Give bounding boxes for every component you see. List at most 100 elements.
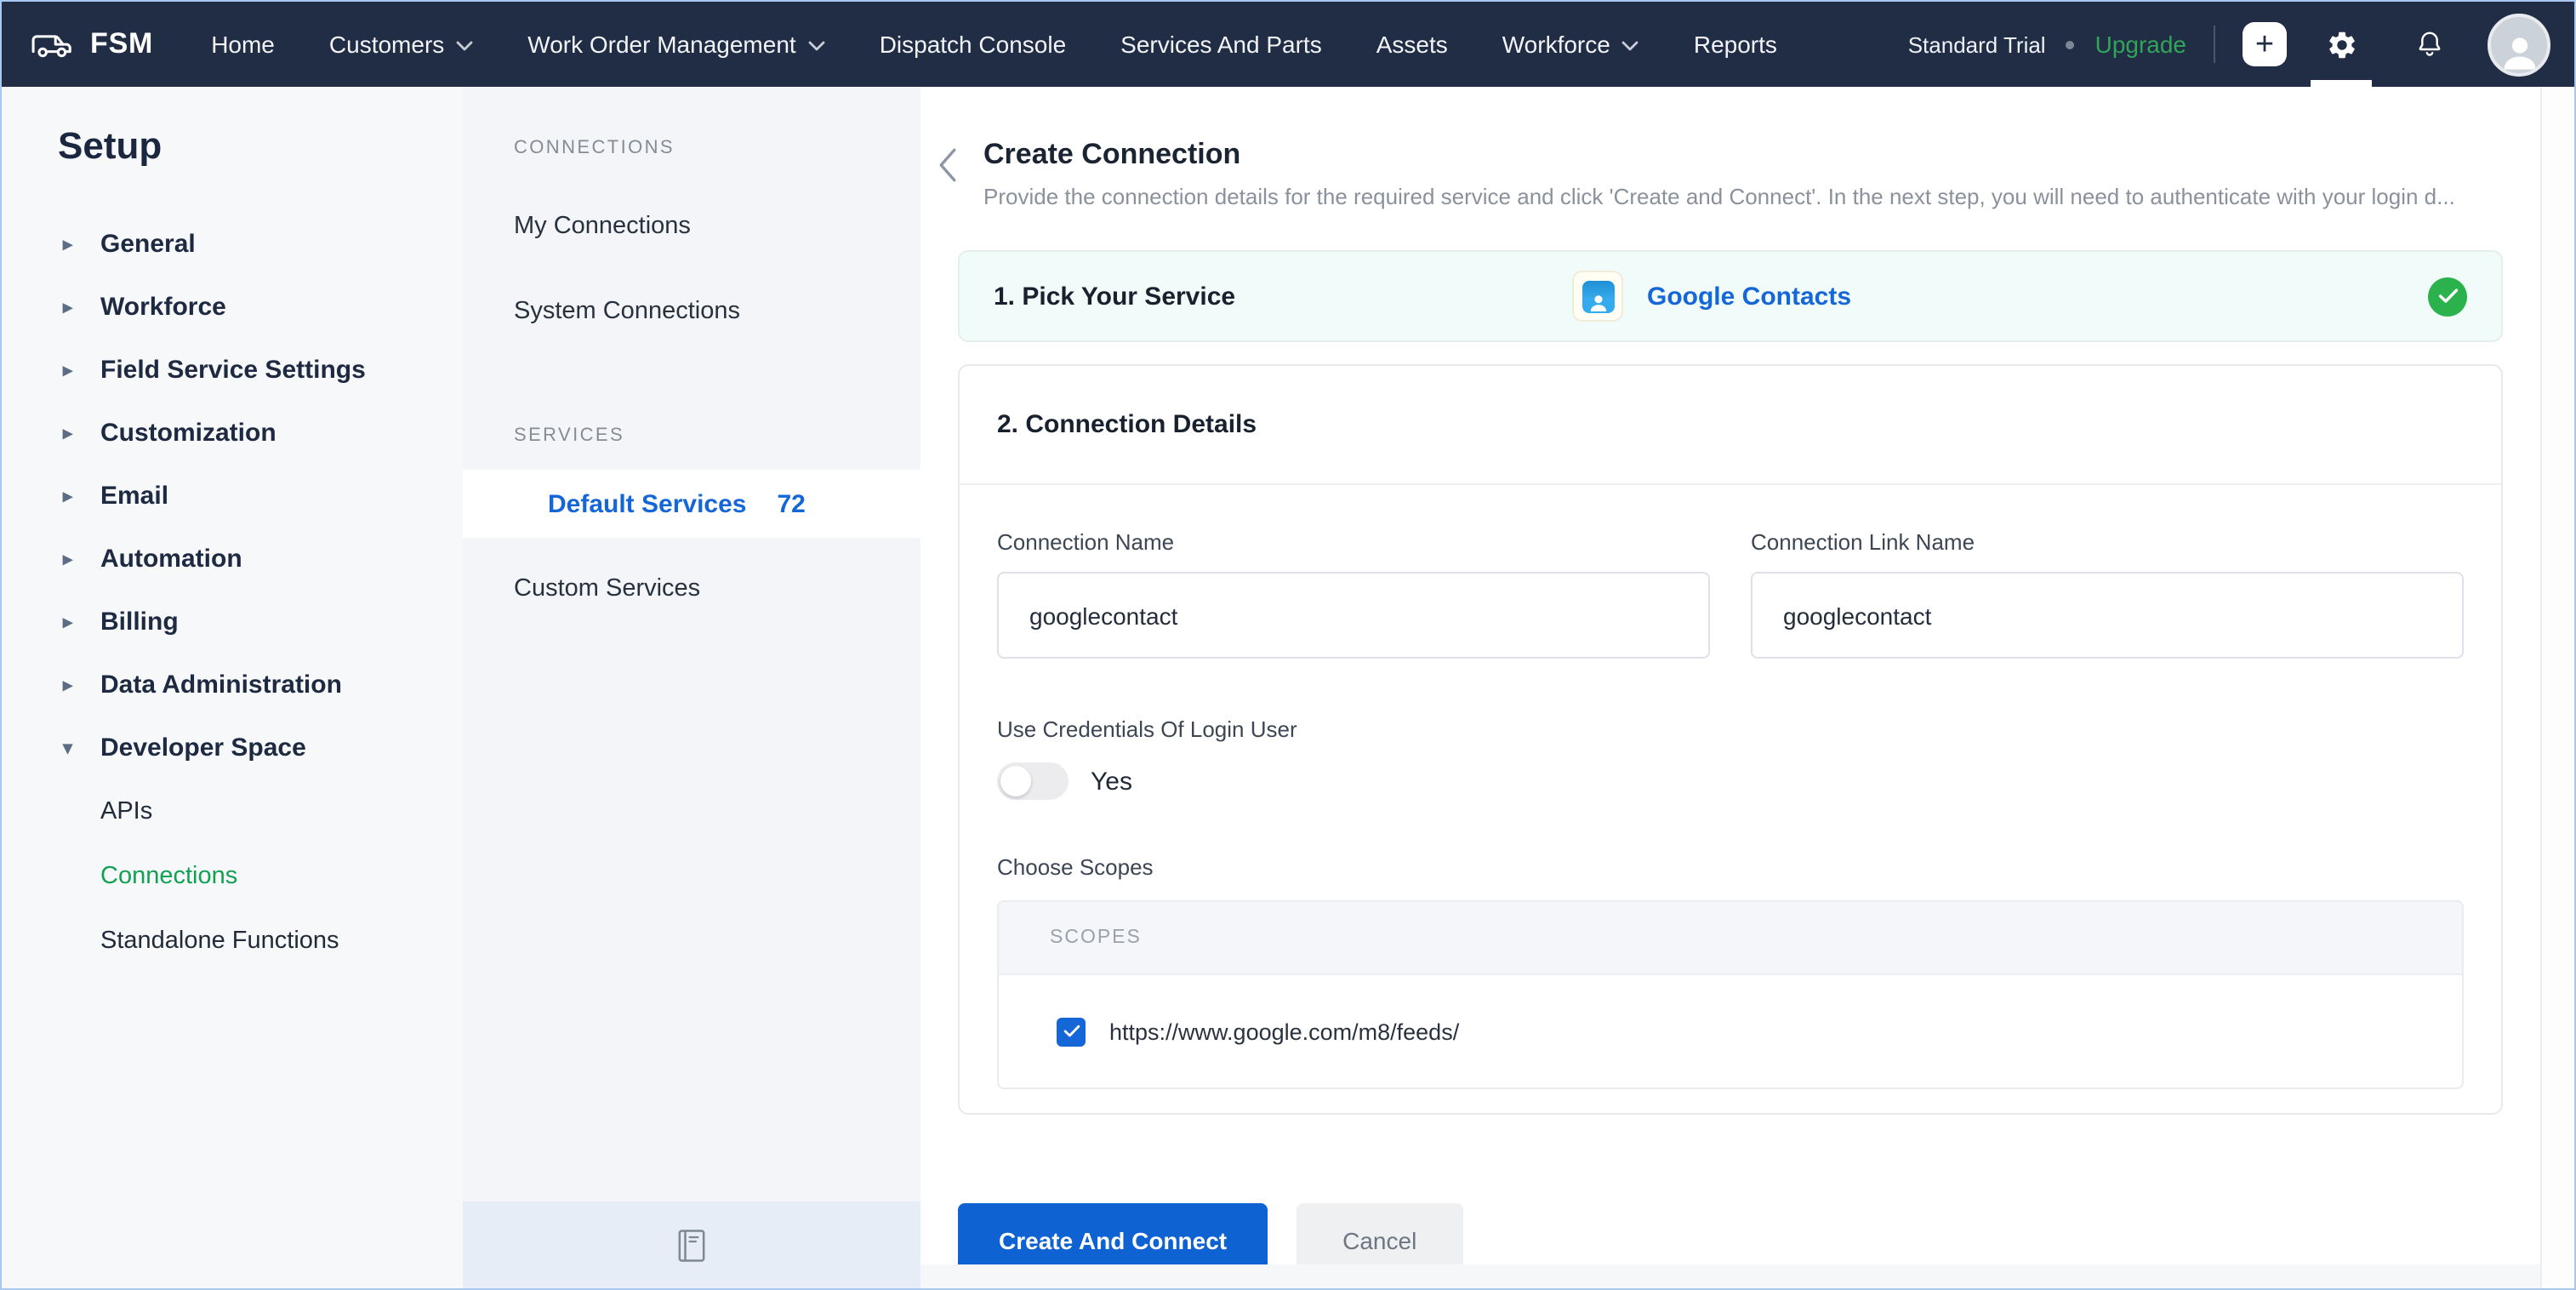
active-nav-indicator	[2311, 80, 2372, 87]
chevron-down-icon	[1622, 41, 1639, 51]
sidebar-item-general[interactable]: ▸ General	[2, 213, 463, 276]
page-title: Create Connection	[983, 138, 1241, 170]
toggle-value-label: Yes	[1091, 767, 1132, 796]
sidebar-item-connections[interactable]: Connections	[2, 844, 463, 909]
panel-item-default-services[interactable]: Default Services 72	[463, 470, 920, 538]
gear-icon	[2325, 28, 2357, 60]
connections-section-header: CONNECTIONS	[514, 138, 675, 158]
step1-title: 1. Pick Your Service	[994, 282, 1236, 311]
back-button[interactable]	[938, 148, 958, 182]
header-text-block: Create Connection Provide the connection…	[983, 138, 2455, 209]
scrollbar[interactable]	[2540, 87, 2574, 1288]
nav-item-workforce[interactable]: Workforce	[1502, 31, 1639, 58]
step2-title: 2. Connection Details	[960, 366, 2501, 485]
create-connection-header: Create Connection Provide the connection…	[920, 87, 2574, 209]
sidebar-item-automation[interactable]: ▸ Automation	[2, 528, 463, 591]
primary-nav: Home Customers Work Order Management Dis…	[211, 31, 1777, 58]
collapsed-arrow-icon: ▸	[63, 235, 73, 255]
use-credentials-toggle[interactable]	[997, 762, 1069, 800]
use-credentials-toggle-row: Yes	[997, 762, 2464, 800]
selected-service: Google Contacts	[1572, 271, 1851, 322]
sidebar-item-customization[interactable]: ▸ Customization	[2, 402, 463, 465]
nav-item-reports[interactable]: Reports	[1694, 31, 1777, 58]
dot-separator	[2066, 40, 2075, 49]
nav-item-dispatch-console[interactable]: Dispatch Console	[880, 31, 1066, 58]
nav-item-home[interactable]: Home	[211, 31, 275, 58]
page-title-setup: Setup	[58, 124, 162, 167]
plan-badge: Standard Trial	[1907, 31, 2046, 57]
sidebar-item-field-service-settings[interactable]: ▸ Field Service Settings	[2, 339, 463, 402]
check-icon	[1063, 1025, 1080, 1038]
main-content: Create Connection Provide the connection…	[920, 87, 2574, 1288]
sidebar-item-billing[interactable]: ▸ Billing	[2, 591, 463, 654]
services-section-header: SERVICES	[514, 425, 625, 446]
google-contacts-icon	[1572, 271, 1623, 322]
step-complete-check-icon	[2428, 277, 2467, 316]
settings-button[interactable]	[2307, 2, 2375, 87]
panel-footer	[463, 1202, 920, 1288]
app-window: FSM Home Customers Work Order Management…	[0, 0, 2576, 1290]
sidebar-item-standalone-functions[interactable]: Standalone Functions	[2, 909, 463, 973]
chevron-down-icon	[808, 41, 825, 51]
check-icon	[2437, 288, 2458, 305]
connection-details-card: 2. Connection Details Connection Name Co…	[958, 364, 2503, 1115]
scope-checkbox[interactable]	[1057, 1017, 1086, 1046]
sidebar-item-workforce[interactable]: ▸ Workforce	[2, 276, 463, 339]
notifications-button[interactable]	[2396, 2, 2464, 87]
pick-your-service-card: 1. Pick Your Service Google Contacts	[958, 250, 2503, 342]
connection-link-name-label: Connection Link Name	[1751, 529, 1975, 555]
panel-item-system-connections[interactable]: System Connections	[463, 277, 920, 345]
fsm-logo[interactable]: FSM	[29, 26, 153, 62]
plus-icon: +	[2254, 26, 2275, 62]
connection-name-field-group: Connection Name	[997, 529, 1710, 659]
collapsed-arrow-icon: ▸	[63, 676, 73, 696]
person-icon	[2497, 28, 2541, 72]
upgrade-link[interactable]: Upgrade	[2095, 31, 2186, 58]
use-credentials-label: Use Credentials Of Login User	[997, 716, 1297, 742]
brand-name: FSM	[90, 27, 154, 60]
name-fields-row: Connection Name Connection Link Name	[997, 529, 2464, 659]
sidebar-item-apis[interactable]: APIs	[2, 779, 463, 844]
sidebar-item-data-administration[interactable]: ▸ Data Administration	[2, 654, 463, 716]
nav-item-services-and-parts[interactable]: Services And Parts	[1120, 31, 1322, 58]
top-navigation-bar: FSM Home Customers Work Order Management…	[2, 2, 2574, 87]
connection-name-label: Connection Name	[997, 529, 1175, 555]
connections-panel: CONNECTIONS My Connections System Connec…	[463, 87, 920, 1288]
collapsed-arrow-icon: ▸	[63, 424, 73, 444]
connection-link-name-field-group: Connection Link Name	[1751, 529, 2464, 659]
bell-icon	[2414, 29, 2445, 60]
quick-add-button[interactable]: +	[2243, 22, 2287, 66]
chevron-down-icon	[456, 41, 473, 51]
nav-right-cluster: Standard Trial Upgrade +	[1908, 2, 2550, 87]
nav-item-customers[interactable]: Customers	[329, 31, 473, 58]
nav-item-work-order-management[interactable]: Work Order Management	[527, 31, 824, 58]
collapsed-arrow-icon: ▸	[63, 298, 73, 318]
connection-link-name-input[interactable]	[1751, 572, 2464, 659]
footer-strip	[920, 1264, 2540, 1288]
nav-item-assets[interactable]: Assets	[1376, 31, 1448, 58]
user-avatar[interactable]	[2488, 13, 2550, 76]
default-services-count: 72	[777, 489, 806, 518]
connection-name-input[interactable]	[997, 572, 1710, 659]
documentation-icon[interactable]	[677, 1228, 706, 1262]
sidebar-item-developer-space[interactable]: ▾ Developer Space	[2, 716, 463, 779]
panel-item-my-connections[interactable]: My Connections	[463, 192, 920, 260]
scope-row: https://www.google.com/m8/feeds/	[999, 973, 2462, 1087]
setup-sidebar: Setup ▸ General ▸ Workforce ▸ Field Service…	[2, 87, 463, 1288]
google-contacts-link[interactable]: Google Contacts	[1647, 282, 1851, 311]
truck-logo-icon	[29, 26, 75, 62]
scope-url: https://www.google.com/m8/feeds/	[1109, 1019, 1460, 1044]
toggle-knob	[1000, 766, 1031, 796]
scopes-column-header: SCOPES	[999, 902, 2462, 973]
sidebar-item-email[interactable]: ▸ Email	[2, 465, 463, 528]
page-subtitle: Provide the connection details for the r…	[983, 184, 2455, 209]
panel-item-custom-services[interactable]: Custom Services	[463, 555, 920, 623]
collapsed-arrow-icon: ▸	[63, 550, 73, 570]
expanded-arrow-icon: ▾	[63, 739, 73, 759]
choose-scopes-label: Choose Scopes	[997, 854, 1154, 880]
collapsed-arrow-icon: ▸	[63, 613, 73, 633]
connection-details-form: Connection Name Connection Link Name Use…	[960, 485, 2501, 1113]
contact-badge-icon	[1582, 280, 1614, 312]
app-body: Setup ▸ General ▸ Workforce ▸ Field Service…	[2, 87, 2574, 1288]
scopes-table: SCOPES https://www.google.com/m8/feeds/	[997, 900, 2464, 1089]
